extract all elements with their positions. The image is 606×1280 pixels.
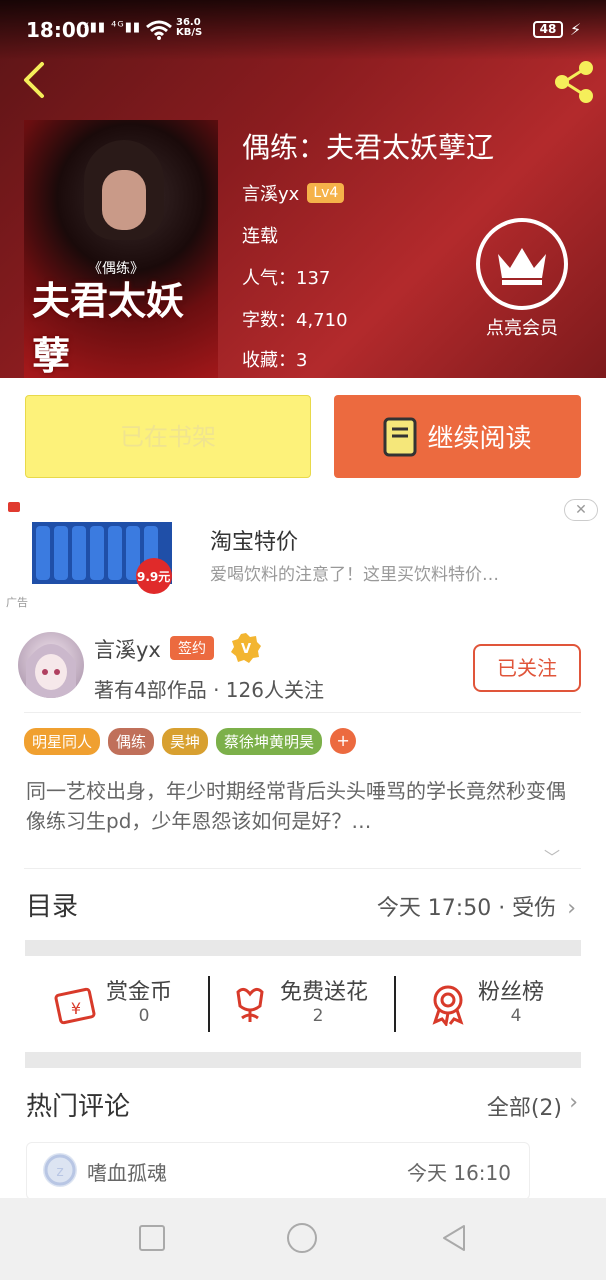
- tag-item[interactable]: 昊坤: [162, 728, 209, 755]
- latest-chapter-text: 今天 17:50 · 受伤: [376, 896, 557, 921]
- share-icon[interactable]: [550, 58, 598, 106]
- continue-reading-label: 继续阅读: [427, 424, 532, 454]
- recent-apps-icon[interactable]: [136, 1222, 168, 1254]
- comment-time: 今天 16:10: [407, 1161, 511, 1185]
- author-name[interactable]: 言溪yx: [94, 634, 161, 664]
- book-description[interactable]: 同一艺校出身，年少时期经常背后头头唾骂的学长竟然秒变偶像练习生pd，少年恩怨该如…: [26, 776, 576, 836]
- divider: [208, 976, 210, 1032]
- ad-banner[interactable]: 9.9元 广告 淘宝特价 爱喝饮料的注意了！这里买饮料特价… ✕: [0, 494, 606, 622]
- vip-label: 点亮会员: [486, 318, 558, 339]
- book-title: 偶练：夫君太妖孽辽: [242, 131, 495, 164]
- all-comments-link[interactable]: 全部(2): [487, 1090, 562, 1122]
- book-cover[interactable]: 《偶练》 夫君太妖孽: [24, 120, 218, 378]
- action-bar: 已在书架 继续阅读: [0, 378, 606, 494]
- cover-title: 夫君太妖孽: [32, 278, 185, 378]
- book-author[interactable]: 言溪yx: [242, 180, 299, 206]
- wifi-icon: [146, 20, 172, 40]
- stat-value: 4: [510, 1006, 522, 1026]
- section-divider: [25, 940, 581, 956]
- comment-item[interactable]: z 嗜血孤魂 今天 16:10: [26, 1142, 530, 1200]
- commenter-avatar[interactable]: z: [43, 1153, 77, 1187]
- stat-value: 0: [138, 1006, 150, 1026]
- book-header: 18:00 ᵡ▮▮ ⁴ᴳ▮▮ 36.0 KB/S 48 ⚡ 《偶练》 夫君太妖孽…: [0, 0, 606, 378]
- back-nav-icon[interactable]: [438, 1222, 470, 1254]
- stat-name: 赏金币: [106, 980, 173, 1005]
- commenter-name: 嗜血孤魂: [87, 1161, 167, 1185]
- expand-chevron-icon[interactable]: ﹀: [544, 844, 560, 868]
- status-bar: 18:00 ᵡ▮▮ ⁴ᴳ▮▮ 36.0 KB/S 48 ⚡: [0, 0, 606, 48]
- stat-name: 免费送花: [280, 980, 369, 1005]
- system-nav-bar: [0, 1198, 606, 1280]
- divider: [24, 712, 581, 713]
- ad-price: 9.9元: [137, 570, 171, 584]
- popularity-value: 137: [296, 268, 331, 289]
- ad-logo-icon: [8, 502, 20, 512]
- back-icon[interactable]: [14, 58, 54, 102]
- tag-item[interactable]: 蔡徐坤黄明昊: [216, 728, 323, 755]
- hot-comments-header: 热门评论 全部(2) ›: [0, 1072, 606, 1136]
- medal-icon: [432, 985, 464, 1026]
- battery-icon: 48: [533, 21, 563, 38]
- status-time: 18:00: [26, 18, 90, 42]
- tag-item[interactable]: 明星同人: [24, 728, 101, 755]
- author-avatar[interactable]: [18, 632, 84, 698]
- words-label: 字数：: [242, 310, 296, 331]
- cover-face: [102, 170, 146, 230]
- favorites-label: 收藏：: [242, 350, 296, 371]
- tag-item[interactable]: 偶练: [108, 728, 155, 755]
- stat-value: 2: [312, 1006, 324, 1026]
- book-author-row: 言溪yx Lv4: [242, 180, 345, 206]
- ad-title: 淘宝特价: [210, 530, 299, 555]
- chevron-right-icon[interactable]: ›: [569, 1090, 578, 1115]
- net-speed-unit: KB/S: [176, 27, 203, 38]
- ad-description: 爱喝饮料的注意了！这里买饮料特价…: [210, 565, 499, 585]
- tag-list: 明星同人 偶练 昊坤 蔡徐坤黄明昊 +: [24, 728, 357, 755]
- level-badge: Lv4: [307, 183, 345, 203]
- signed-badge: 签约: [170, 636, 214, 660]
- book-favorites: 收藏：3: [242, 346, 307, 372]
- crown-icon: [476, 218, 568, 310]
- fan-ranking-button[interactable]: 粉丝榜 4: [426, 972, 576, 1036]
- book-words: 字数：4,710: [242, 306, 348, 332]
- ad-close-button[interactable]: ✕: [564, 499, 598, 521]
- net-speed: 36.0 KB/S: [176, 18, 202, 38]
- words-value: 4,710: [296, 310, 348, 331]
- support-stats: ¥ 赏金币 0 免费送花 2 粉丝榜 4: [0, 972, 606, 1054]
- signal-icon: ᵡ▮▮ ⁴ᴳ▮▮: [84, 20, 142, 35]
- verified-icon: V: [231, 633, 261, 663]
- book-status: 连载: [242, 226, 278, 247]
- charging-icon: ⚡: [570, 20, 582, 39]
- add-tag-button[interactable]: +: [330, 728, 357, 754]
- divider: [394, 976, 396, 1032]
- flower-icon: [236, 987, 264, 1022]
- latest-chapter: 今天 17:50 · 受伤 ›: [377, 890, 576, 922]
- chevron-right-icon: ›: [567, 896, 576, 921]
- book-icon: [383, 417, 417, 456]
- send-flower-button[interactable]: 免费送花 2: [228, 972, 378, 1036]
- continue-reading-button[interactable]: 继续阅读: [334, 395, 581, 478]
- verified-letter: V: [241, 642, 251, 657]
- table-of-contents-row[interactable]: 目录 今天 17:50 · 受伤 ›: [0, 868, 606, 940]
- on-shelf-button[interactable]: 已在书架: [25, 395, 311, 478]
- follow-button[interactable]: 已关注: [473, 644, 581, 692]
- popularity-label: 人气：: [242, 268, 296, 289]
- book-popularity: 人气：137: [242, 264, 330, 290]
- gift-coin-icon: ¥: [54, 987, 96, 1025]
- author-stats: 著有4部作品 · 126人关注: [94, 678, 324, 702]
- home-icon[interactable]: [286, 1222, 318, 1254]
- favorites-value: 3: [296, 350, 308, 371]
- toc-label: 目录: [26, 892, 79, 922]
- svg-text:z: z: [56, 1164, 63, 1180]
- ad-tag: 广告: [6, 596, 28, 609]
- hot-comments-label: 热门评论: [26, 1092, 131, 1122]
- vip-button[interactable]: 点亮会员: [474, 218, 570, 340]
- svg-text:¥: ¥: [71, 999, 81, 1018]
- section-divider: [25, 1052, 581, 1068]
- book-detail-section: 言溪yx 签约 V 著有4部作品 · 126人关注 已关注 明星同人 偶练 昊坤…: [0, 622, 606, 1242]
- reward-coin-button[interactable]: ¥ 赏金币 0: [54, 972, 204, 1036]
- stat-name: 粉丝榜: [478, 980, 545, 1005]
